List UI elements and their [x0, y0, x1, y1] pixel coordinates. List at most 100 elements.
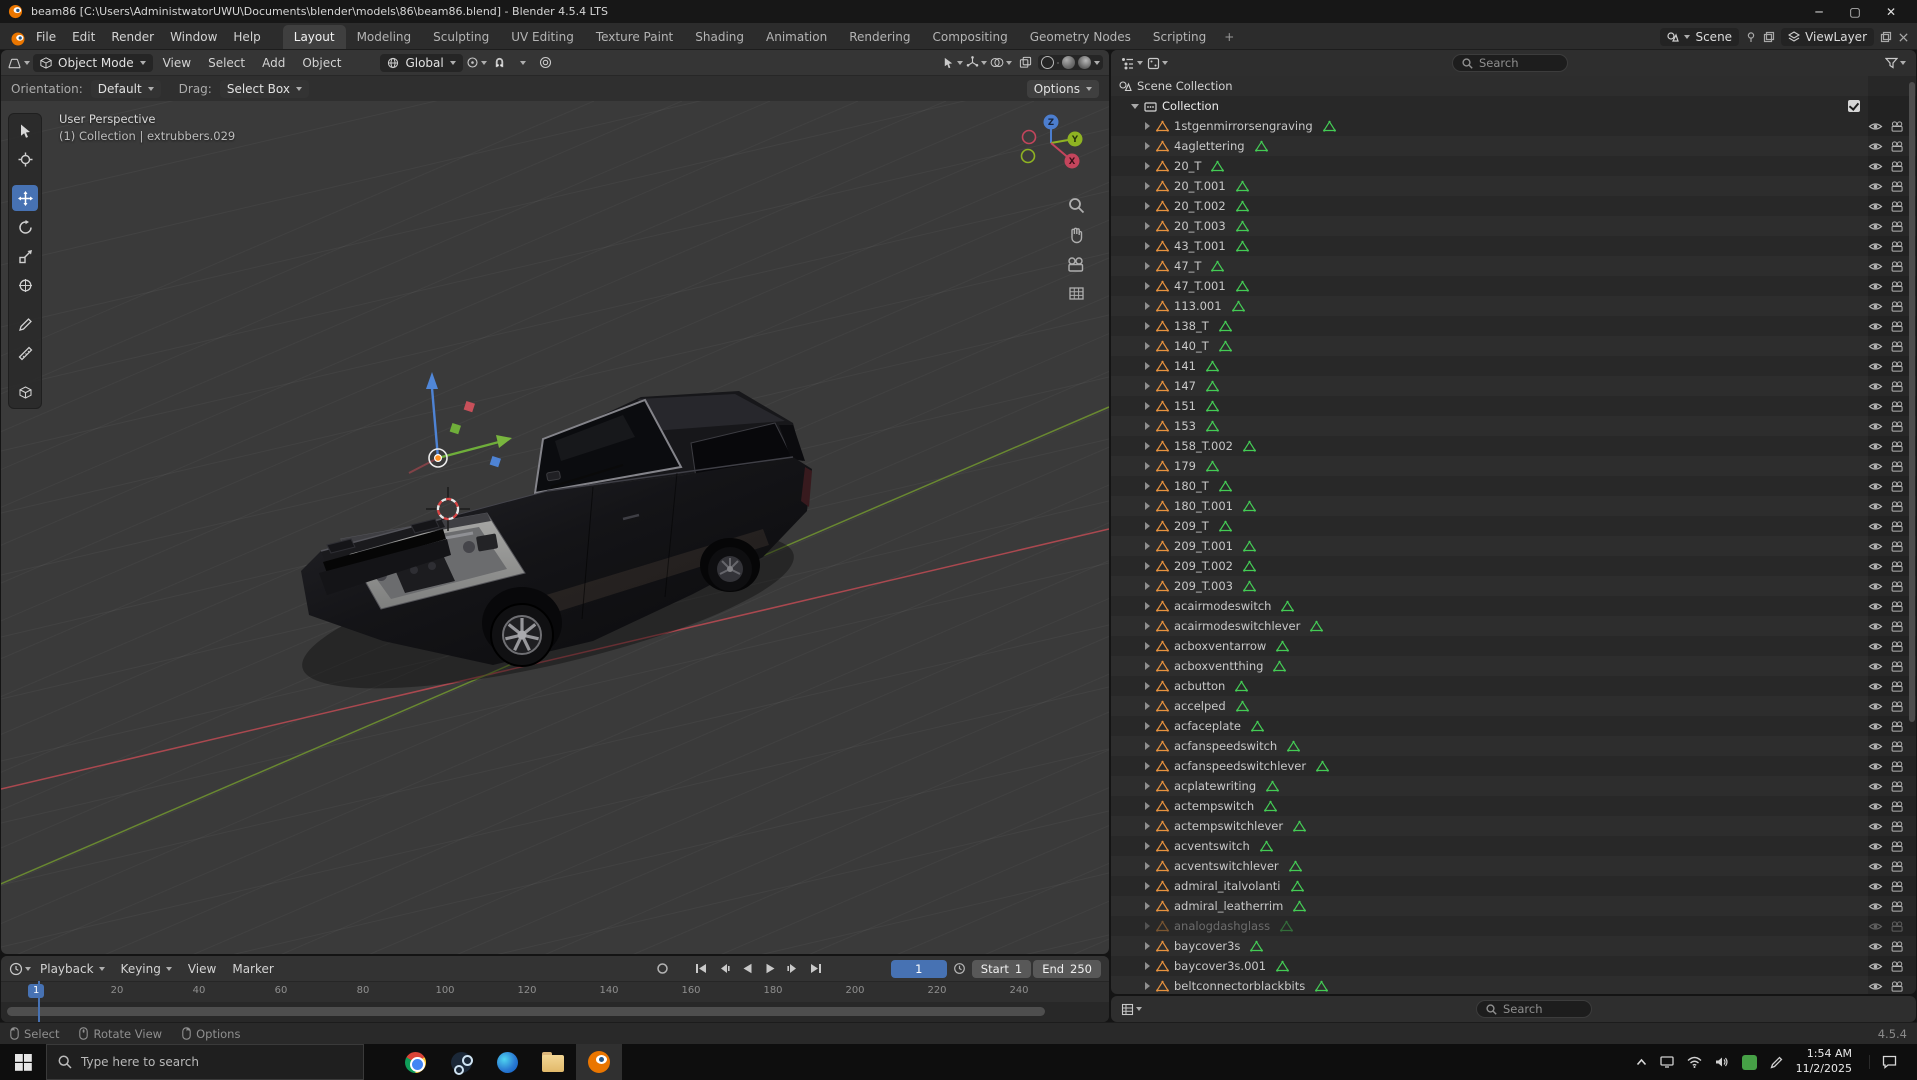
- render-toggle-camera-icon[interactable]: [1890, 161, 1905, 172]
- hide-toggle-eye-icon[interactable]: [1868, 901, 1883, 912]
- outliner-search[interactable]: Search: [1452, 54, 1568, 72]
- menu-edit[interactable]: Edit: [64, 25, 103, 49]
- outliner-object-row[interactable]: 141: [1111, 356, 1916, 376]
- render-toggle-camera-icon[interactable]: [1890, 601, 1905, 612]
- proportional-editing-toggle[interactable]: [536, 53, 556, 72]
- timeline-track-area[interactable]: [1, 1002, 1109, 1022]
- hide-toggle-eye-icon[interactable]: [1868, 641, 1883, 652]
- snap-settings-dropdown[interactable]: [513, 53, 533, 72]
- hide-toggle-eye-icon[interactable]: [1868, 481, 1883, 492]
- collapse-icon[interactable]: [1131, 104, 1139, 109]
- expand-icon[interactable]: [1145, 182, 1150, 190]
- shading-material-button[interactable]: [1062, 56, 1075, 69]
- render-toggle-camera-icon[interactable]: [1890, 461, 1905, 472]
- gizmo-z-arrow[interactable]: [432, 388, 438, 458]
- render-toggle-camera-icon[interactable]: [1890, 201, 1905, 212]
- render-toggle-camera-icon[interactable]: [1890, 761, 1905, 772]
- outliner-object-row[interactable]: 209_T.003: [1111, 576, 1916, 596]
- expand-icon[interactable]: [1145, 962, 1150, 970]
- transform-orientation-dropdown[interactable]: Global: [380, 54, 462, 72]
- transform-tool[interactable]: [12, 272, 38, 298]
- outliner-object-row[interactable]: beltconnectorblackbits: [1111, 976, 1916, 994]
- expand-icon[interactable]: [1145, 202, 1150, 210]
- timeline-hscrollbar[interactable]: [7, 1007, 1045, 1016]
- ortho-grid-icon[interactable]: [1068, 285, 1085, 302]
- outliner-object-row[interactable]: 47_T.001: [1111, 276, 1916, 296]
- hide-toggle-eye-icon[interactable]: [1868, 821, 1883, 832]
- secondary-search[interactable]: Search: [1476, 1000, 1592, 1018]
- action-center-button[interactable]: [1869, 1055, 1909, 1069]
- shading-rendered-button[interactable]: [1078, 56, 1091, 69]
- expand-icon[interactable]: [1145, 542, 1150, 550]
- render-toggle-camera-icon[interactable]: [1890, 341, 1905, 352]
- expand-icon[interactable]: [1145, 622, 1150, 630]
- wifi-icon[interactable]: [1687, 1056, 1702, 1068]
- render-toggle-camera-icon[interactable]: [1890, 321, 1905, 332]
- tab-modeling[interactable]: Modeling: [346, 25, 423, 49]
- xray-toggle[interactable]: [1015, 53, 1035, 72]
- shading-wireframe-button[interactable]: [1041, 56, 1054, 69]
- hide-toggle-eye-icon[interactable]: [1868, 221, 1883, 232]
- expand-icon[interactable]: [1145, 382, 1150, 390]
- hide-toggle-eye-icon[interactable]: [1868, 181, 1883, 192]
- outliner-object-row[interactable]: 20_T: [1111, 156, 1916, 176]
- expand-icon[interactable]: [1145, 502, 1150, 510]
- orientation-value-dropdown[interactable]: Default: [91, 80, 161, 98]
- outliner-object-row[interactable]: acboxventarrow: [1111, 636, 1916, 656]
- hide-toggle-eye-icon[interactable]: [1868, 361, 1883, 372]
- render-toggle-camera-icon[interactable]: [1890, 641, 1905, 652]
- hide-toggle-eye-icon[interactable]: [1868, 621, 1883, 632]
- outliner-object-row[interactable]: actempswitchlever: [1111, 816, 1916, 836]
- render-toggle-camera-icon[interactable]: [1890, 361, 1905, 372]
- next-keyframe-button[interactable]: [783, 960, 804, 978]
- select-box-tool[interactable]: [12, 117, 38, 143]
- minimize-button[interactable]: ─: [1801, 0, 1837, 23]
- render-toggle-camera-icon[interactable]: [1890, 781, 1905, 792]
- add-workspace-button[interactable]: +: [1217, 25, 1241, 49]
- outliner-object-row[interactable]: acbutton: [1111, 676, 1916, 696]
- viewlayer-selector[interactable]: ViewLayer: [1781, 28, 1874, 46]
- taskbar-app-steam[interactable]: [438, 1044, 484, 1080]
- outliner-object-row[interactable]: acairmodeswitchlever: [1111, 616, 1916, 636]
- hide-toggle-eye-icon[interactable]: [1868, 141, 1883, 152]
- tray-green-app-icon[interactable]: [1742, 1055, 1757, 1070]
- outliner-object-row[interactable]: 43_T.001: [1111, 236, 1916, 256]
- expand-icon[interactable]: [1145, 822, 1150, 830]
- expand-icon[interactable]: [1145, 842, 1150, 850]
- expand-icon[interactable]: [1145, 982, 1150, 990]
- hide-toggle-eye-icon[interactable]: [1868, 281, 1883, 292]
- new-scene-icon[interactable]: [1763, 31, 1775, 43]
- outliner-object-row[interactable]: actempswitch: [1111, 796, 1916, 816]
- hide-toggle-eye-icon[interactable]: [1868, 681, 1883, 692]
- preview-range-toggle[interactable]: [949, 960, 970, 978]
- hide-toggle-eye-icon[interactable]: [1868, 241, 1883, 252]
- hide-toggle-eye-icon[interactable]: [1868, 601, 1883, 612]
- render-toggle-camera-icon[interactable]: [1890, 741, 1905, 752]
- expand-icon[interactable]: [1145, 682, 1150, 690]
- expand-icon[interactable]: [1145, 362, 1150, 370]
- editor-type-button[interactable]: [7, 53, 30, 72]
- secondary-editor-type-button[interactable]: [1121, 1000, 1142, 1019]
- outliner-object-row[interactable]: baycover3s: [1111, 936, 1916, 956]
- hide-toggle-eye-icon[interactable]: [1868, 161, 1883, 172]
- expand-icon[interactable]: [1145, 482, 1150, 490]
- hide-toggle-eye-icon[interactable]: [1868, 921, 1883, 932]
- expand-icon[interactable]: [1145, 322, 1150, 330]
- outliner-object-row[interactable]: 20_T.001: [1111, 176, 1916, 196]
- tab-shading[interactable]: Shading: [684, 25, 755, 49]
- play-reverse-button[interactable]: [737, 960, 758, 978]
- hide-toggle-eye-icon[interactable]: [1868, 961, 1883, 972]
- outliner-object-row[interactable]: 140_T: [1111, 336, 1916, 356]
- taskbar-search[interactable]: Type here to search: [46, 1044, 364, 1080]
- outliner-object-row[interactable]: acfanspeedswitch: [1111, 736, 1916, 756]
- scene-selector[interactable]: Scene: [1660, 28, 1739, 46]
- outliner-object-row[interactable]: baycover3s.001: [1111, 956, 1916, 976]
- expand-icon[interactable]: [1145, 782, 1150, 790]
- options-dropdown[interactable]: Options: [1027, 80, 1099, 98]
- outliner-object-row[interactable]: 153: [1111, 416, 1916, 436]
- render-toggle-camera-icon[interactable]: [1890, 981, 1905, 992]
- hide-toggle-eye-icon[interactable]: [1868, 321, 1883, 332]
- end-frame-field[interactable]: End 250: [1033, 960, 1101, 978]
- render-toggle-camera-icon[interactable]: [1890, 721, 1905, 732]
- overlays-dropdown[interactable]: [990, 53, 1012, 72]
